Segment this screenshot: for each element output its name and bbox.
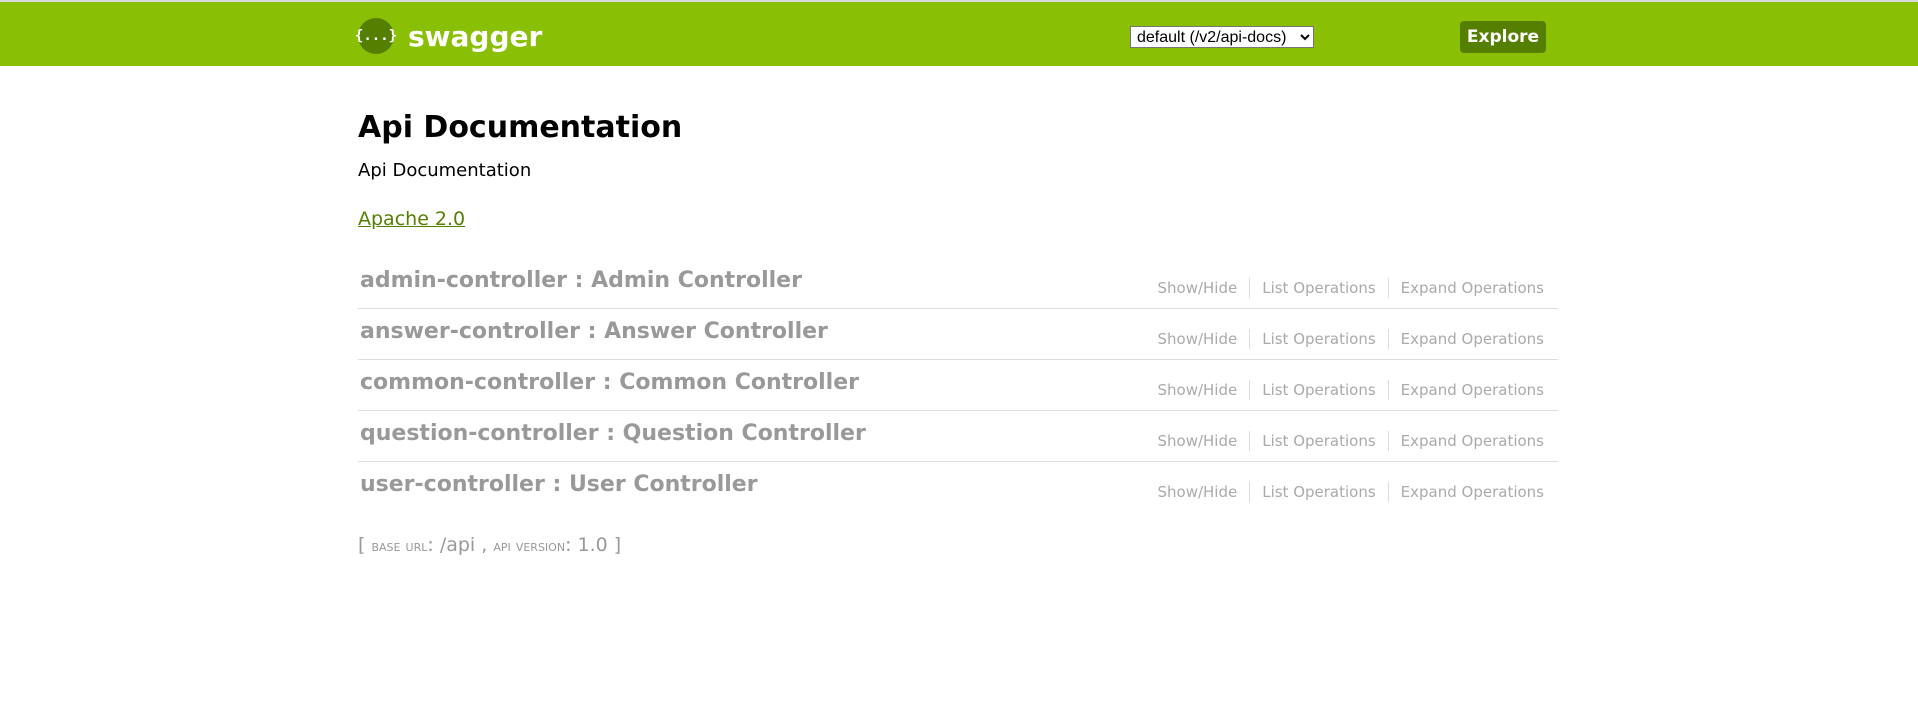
api-spec-select[interactable]: default (/v2/api-docs) — [1130, 26, 1314, 48]
expand-operations-link[interactable]: Expand Operations — [1389, 431, 1544, 451]
resource-title[interactable]: common-controller : Common Controller — [360, 370, 859, 395]
list-operations-link[interactable]: List Operations — [1250, 380, 1389, 400]
resource-common-controller: common-controller : Common Controller Sh… — [358, 360, 1558, 411]
list-operations-link[interactable]: List Operations — [1250, 278, 1389, 298]
page-description: Api Documentation — [358, 160, 532, 181]
page-title: Api Documentation — [358, 110, 683, 145]
list-operations-link[interactable]: List Operations — [1250, 482, 1389, 502]
resource-separator: : — [567, 268, 592, 293]
resource-name[interactable]: question-controller — [360, 421, 599, 446]
base-url-value: /api — [439, 534, 476, 556]
show-hide-link[interactable]: Show/Hide — [1145, 278, 1251, 298]
resource-question-controller: question-controller : Question Controlle… — [358, 411, 1558, 462]
show-hide-link[interactable]: Show/Hide — [1145, 431, 1251, 451]
api-version-label: api version — [493, 536, 566, 555]
resource-title[interactable]: answer-controller : Answer Controller — [360, 319, 828, 344]
api-version-value: 1.0 — [577, 534, 608, 556]
resource-list: admin-controller : Admin Controller Show… — [358, 258, 1558, 513]
swagger-logo[interactable]: {...} swagger — [355, 18, 543, 54]
expand-operations-link[interactable]: Expand Operations — [1389, 278, 1544, 298]
api-info-footer: [ base url: /api , api version: 1.0 ] — [358, 534, 622, 556]
resource-name[interactable]: answer-controller — [360, 319, 580, 344]
show-hide-link[interactable]: Show/Hide — [1145, 482, 1251, 502]
swagger-logo-icon: {...} — [355, 18, 397, 54]
resource-title[interactable]: admin-controller : Admin Controller — [360, 268, 802, 293]
expand-operations-link[interactable]: Expand Operations — [1389, 482, 1544, 502]
resource-operations: Show/Hide List Operations Expand Operati… — [1145, 431, 1544, 451]
base-url-label: base url — [371, 536, 428, 555]
list-operations-link[interactable]: List Operations — [1250, 329, 1389, 349]
resource-admin-controller: admin-controller : Admin Controller Show… — [358, 258, 1558, 309]
resource-title[interactable]: question-controller : Question Controlle… — [360, 421, 866, 446]
resource-name[interactable]: common-controller — [360, 370, 595, 395]
resource-separator: : — [544, 472, 569, 497]
resource-name[interactable]: admin-controller — [360, 268, 567, 293]
resource-name[interactable]: user-controller — [360, 472, 545, 497]
resource-description: Answer Controller — [604, 319, 828, 344]
comma: , — [475, 534, 494, 556]
list-operations-link[interactable]: List Operations — [1250, 431, 1389, 451]
explore-button[interactable]: Explore — [1460, 21, 1546, 53]
open-bracket: [ — [358, 534, 372, 556]
license-link[interactable]: Apache 2.0 — [358, 208, 465, 230]
resource-description: User Controller — [568, 472, 758, 497]
header-bar: {...} swagger default (/v2/api-docs) Exp… — [0, 2, 1918, 66]
resource-separator: : — [579, 319, 605, 344]
swagger-logo-text: swagger — [408, 19, 543, 53]
resource-description: Question Controller — [622, 421, 866, 446]
header-inner: {...} swagger default (/v2/api-docs) Exp… — [355, 2, 1548, 66]
close-bracket: ] — [607, 534, 622, 556]
resource-operations: Show/Hide List Operations Expand Operati… — [1145, 278, 1544, 298]
resource-description: Common Controller — [619, 370, 859, 395]
resource-title[interactable]: user-controller : User Controller — [360, 472, 758, 497]
show-hide-link[interactable]: Show/Hide — [1145, 380, 1251, 400]
resource-description: Admin Controller — [591, 268, 802, 293]
expand-operations-link[interactable]: Expand Operations — [1389, 380, 1544, 400]
resource-separator: : — [598, 421, 623, 446]
resource-user-controller: user-controller : User Controller Show/H… — [358, 462, 1558, 513]
resource-operations: Show/Hide List Operations Expand Operati… — [1145, 380, 1544, 400]
resource-separator: : — [595, 370, 620, 395]
show-hide-link[interactable]: Show/Hide — [1145, 329, 1251, 349]
resource-operations: Show/Hide List Operations Expand Operati… — [1145, 482, 1544, 502]
resource-answer-controller: answer-controller : Answer Controller Sh… — [358, 309, 1558, 360]
expand-operations-link[interactable]: Expand Operations — [1389, 329, 1544, 349]
resource-operations: Show/Hide List Operations Expand Operati… — [1145, 329, 1544, 349]
